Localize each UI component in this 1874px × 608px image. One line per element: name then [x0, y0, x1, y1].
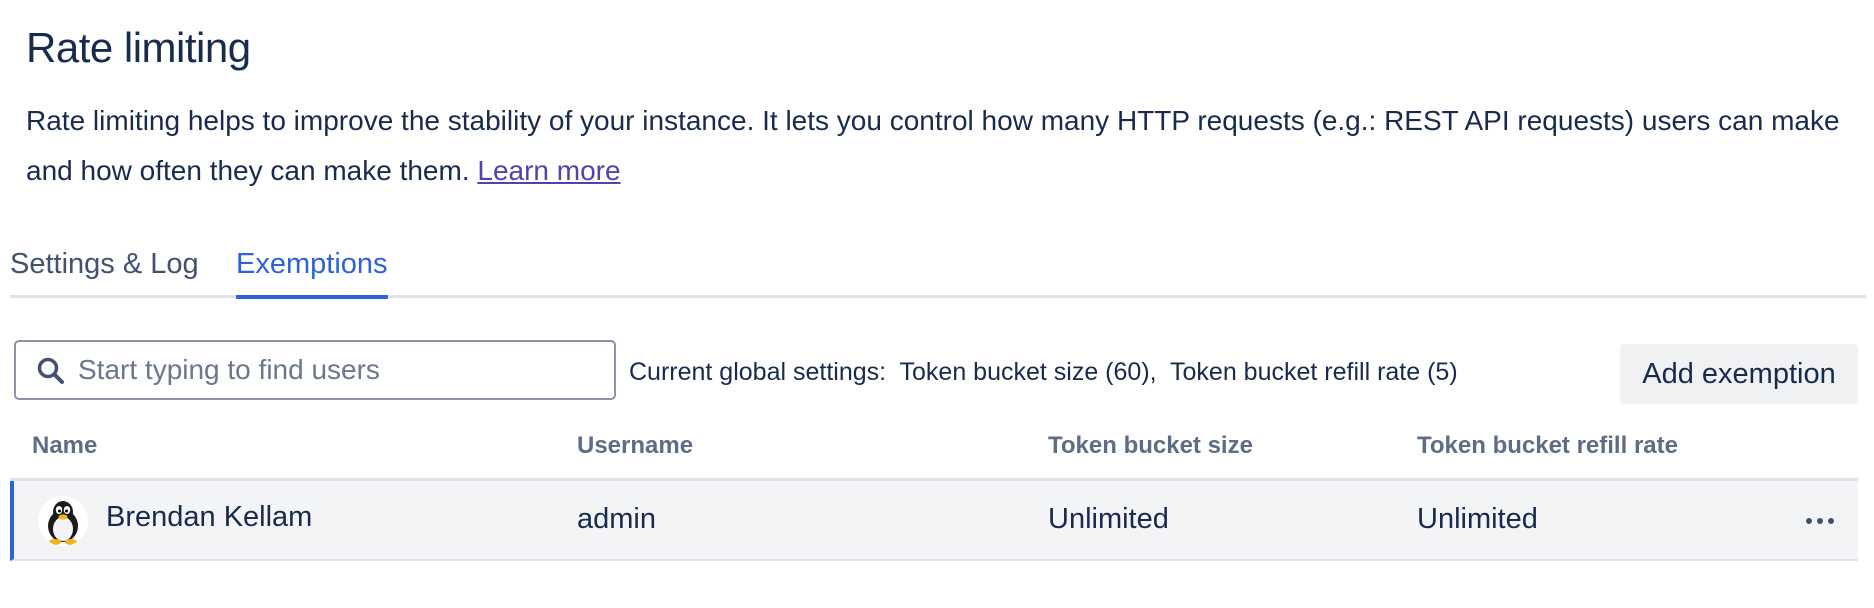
table-row[interactable]: Brendan Kellam admin Unlimited Unlimited — [10, 481, 1858, 561]
column-header-token-bucket-size[interactable]: Token bucket size — [1048, 432, 1253, 460]
description-text: Rate limiting helps to improve the stabi… — [26, 105, 1840, 186]
username-cell: admin — [577, 503, 656, 535]
page-description: Rate limiting helps to improve the stabi… — [26, 96, 1866, 196]
more-dot-icon — [1828, 518, 1834, 524]
more-dot-icon — [1806, 518, 1812, 524]
more-dot-icon — [1817, 518, 1823, 524]
column-header-token-bucket-refill-rate[interactable]: Token bucket refill rate — [1417, 432, 1678, 460]
search-input[interactable] — [78, 342, 598, 398]
user-full-name: Brendan Kellam — [106, 501, 313, 533]
column-header-username[interactable]: Username — [577, 432, 693, 460]
column-header-name[interactable]: Name — [32, 432, 97, 460]
user-search-field[interactable] — [14, 340, 616, 400]
page-title: Rate limiting — [26, 24, 251, 71]
global-settings-text: Current global settings: Token bucket si… — [629, 358, 1458, 386]
token-bucket-refill-rate-cell: Unlimited — [1417, 503, 1538, 535]
avatar — [38, 496, 88, 546]
search-icon — [37, 357, 64, 384]
add-exemption-button[interactable]: Add exemption — [1620, 344, 1858, 404]
tab-settings-log[interactable]: Settings & Log — [10, 248, 199, 293]
learn-more-link[interactable]: Learn more — [477, 155, 620, 186]
penguin-avatar-icon — [48, 501, 78, 545]
tab-bar: Settings & Log Exemptions — [10, 240, 1866, 299]
more-actions-button[interactable] — [1798, 503, 1842, 539]
tab-exemptions[interactable]: Exemptions — [236, 248, 388, 299]
token-bucket-size-cell: Unlimited — [1048, 503, 1169, 535]
